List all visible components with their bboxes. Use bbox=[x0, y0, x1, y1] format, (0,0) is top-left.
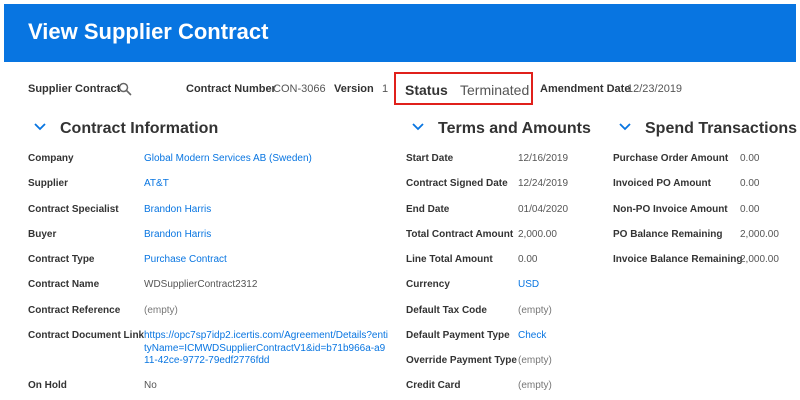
po-balance-remaining-value: 2,000.00 bbox=[740, 229, 779, 240]
field-label: Default Payment Type bbox=[406, 330, 510, 341]
override-payment-type-value: (empty) bbox=[518, 355, 552, 366]
contract-number-value: CON-3066 bbox=[273, 83, 326, 95]
field-label: Total Contract Amount bbox=[406, 229, 514, 240]
default-payment-type-link[interactable]: Check bbox=[518, 330, 546, 343]
field-label: Contract Specialist bbox=[28, 204, 119, 215]
field-label: Contract Reference bbox=[28, 305, 121, 316]
field-label: Supplier bbox=[28, 178, 69, 189]
start-date-value: 12/16/2019 bbox=[518, 153, 569, 164]
field-label: Start Date bbox=[406, 153, 454, 164]
field-label: Line Total Amount bbox=[406, 254, 493, 265]
field-label: Company bbox=[28, 153, 74, 164]
contract-specialist-link[interactable]: Brandon Harris bbox=[144, 204, 211, 217]
field-label: PO Balance Remaining bbox=[613, 229, 723, 240]
field-label: Contract Signed Date bbox=[406, 178, 508, 189]
end-date-value: 01/04/2020 bbox=[518, 204, 569, 215]
contract-information-title: Contract Information bbox=[60, 120, 219, 137]
chevron-down-icon[interactable] bbox=[32, 119, 48, 135]
version-value: 1 bbox=[382, 83, 389, 95]
contract-type-link[interactable]: Purchase Contract bbox=[144, 254, 227, 267]
terms-and-amounts-title: Terms and Amounts bbox=[438, 120, 591, 137]
contract-signed-date-value: 12/24/2019 bbox=[518, 178, 569, 189]
spend-transactions-title: Spend Transactions bbox=[645, 120, 798, 137]
buyer-link[interactable]: Brandon Harris bbox=[144, 229, 211, 242]
field-label: Non-PO Invoice Amount bbox=[613, 204, 728, 215]
field-label: Contract Name bbox=[28, 279, 100, 290]
line-total-amount-value: 0.00 bbox=[518, 254, 538, 265]
contract-reference-value: (empty) bbox=[144, 305, 178, 316]
amendment-date-label: Amendment Date bbox=[540, 83, 631, 95]
field-label: Purchase Order Amount bbox=[613, 153, 729, 164]
amendment-date-value: 12/23/2019 bbox=[627, 83, 683, 95]
field-label: Buyer bbox=[28, 229, 57, 240]
field-label: Contract Document Link bbox=[28, 330, 145, 341]
spend-transactions-header[interactable]: Spend Transactions bbox=[617, 120, 797, 142]
supplier-contract-label: Supplier Contract bbox=[28, 83, 121, 95]
credit-card-value: (empty) bbox=[518, 380, 552, 391]
invoiced-po-amount-value: 0.00 bbox=[740, 178, 760, 189]
contract-summary-bar: Supplier Contract Contract Number CON-30… bbox=[0, 72, 800, 108]
field-label: Currency bbox=[406, 279, 450, 290]
contract-document-link[interactable]: https://opc7sp7idp2.icertis.com/Agreemen… bbox=[144, 330, 389, 368]
field-label: End Date bbox=[406, 204, 450, 215]
field-label: Invoice Balance Remaining bbox=[613, 254, 743, 265]
chevron-down-icon[interactable] bbox=[617, 119, 633, 135]
currency-link[interactable]: USD bbox=[518, 279, 539, 292]
status-label: Status bbox=[405, 82, 448, 98]
invoice-balance-remaining-value: 2,000.00 bbox=[740, 254, 779, 265]
status-highlight: Status Terminated bbox=[394, 72, 533, 105]
terms-and-amounts-header[interactable]: Terms and Amounts bbox=[410, 120, 591, 142]
version-label: Version bbox=[334, 83, 374, 95]
field-label: On Hold bbox=[28, 380, 67, 391]
contract-name-value: WDSupplierContract2312 bbox=[144, 279, 258, 290]
field-label: Invoiced PO Amount bbox=[613, 178, 711, 189]
chevron-down-icon[interactable] bbox=[410, 119, 426, 135]
field-label: Credit Card bbox=[406, 380, 461, 391]
default-tax-code-value: (empty) bbox=[518, 305, 552, 316]
search-icon[interactable] bbox=[118, 82, 132, 96]
on-hold-value: No bbox=[144, 380, 157, 391]
non-po-invoice-amount-value: 0.00 bbox=[740, 204, 760, 215]
contract-information-header[interactable]: Contract Information bbox=[32, 120, 218, 142]
purchase-order-amount-value: 0.00 bbox=[740, 153, 760, 164]
field-label: Default Tax Code bbox=[406, 305, 487, 316]
company-link[interactable]: Global Modern Services AB (Sweden) bbox=[144, 153, 312, 166]
status-value: Terminated bbox=[460, 82, 530, 98]
contract-number-label: Contract Number bbox=[186, 83, 276, 95]
total-contract-amount-value: 2,000.00 bbox=[518, 229, 557, 240]
page-header: View Supplier Contract bbox=[4, 4, 796, 62]
page-title: View Supplier Contract bbox=[28, 19, 269, 44]
field-label: Contract Type bbox=[28, 254, 95, 265]
field-label: Override Payment Type bbox=[406, 355, 517, 366]
supplier-link[interactable]: AT&T bbox=[144, 178, 169, 191]
